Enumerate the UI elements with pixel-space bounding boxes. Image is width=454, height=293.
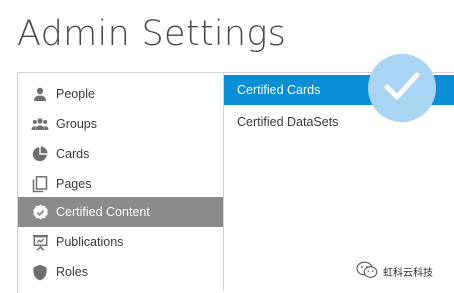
- groups-icon: [31, 115, 49, 133]
- sidebar-item-people[interactable]: People: [18, 79, 223, 109]
- sidebar-item-label: Certified Content: [56, 205, 150, 219]
- sidebar-item-pages[interactable]: Pages: [18, 169, 223, 199]
- pages-icon: [31, 175, 49, 193]
- sidebar-item-label: Publications: [56, 235, 124, 249]
- settings-sidebar: People Groups Cards Pages Certified Cont: [18, 73, 224, 291]
- wechat-logo-icon: [356, 261, 378, 282]
- presentation-board-icon: [31, 233, 49, 251]
- certified-overlay-badge: [368, 54, 436, 122]
- pie-chart-icon: [31, 145, 49, 163]
- sidebar-item-label: Groups: [56, 117, 97, 131]
- shield-icon: [31, 263, 49, 281]
- sidebar-item-publications[interactable]: Publications: [18, 227, 223, 257]
- watermark: 虹科云科技: [356, 261, 433, 282]
- sidebar-item-label: People: [56, 87, 95, 101]
- page-title: Admin Settings: [17, 14, 287, 54]
- sidebar-item-label: Cards: [56, 147, 90, 161]
- sidebar-item-groups[interactable]: Groups: [18, 109, 223, 139]
- checkmark-icon: [384, 71, 420, 106]
- person-icon: [31, 85, 49, 103]
- certified-badge-icon: [31, 203, 49, 221]
- sidebar-item-cards[interactable]: Cards: [18, 139, 223, 169]
- sidebar-item-certified-content[interactable]: Certified Content: [18, 197, 223, 227]
- sidebar-item-label: Pages: [56, 177, 92, 191]
- sidebar-item-label: Roles: [56, 265, 88, 279]
- watermark-text: 虹科云科技: [383, 268, 433, 279]
- sidebar-item-roles[interactable]: Roles: [18, 257, 223, 287]
